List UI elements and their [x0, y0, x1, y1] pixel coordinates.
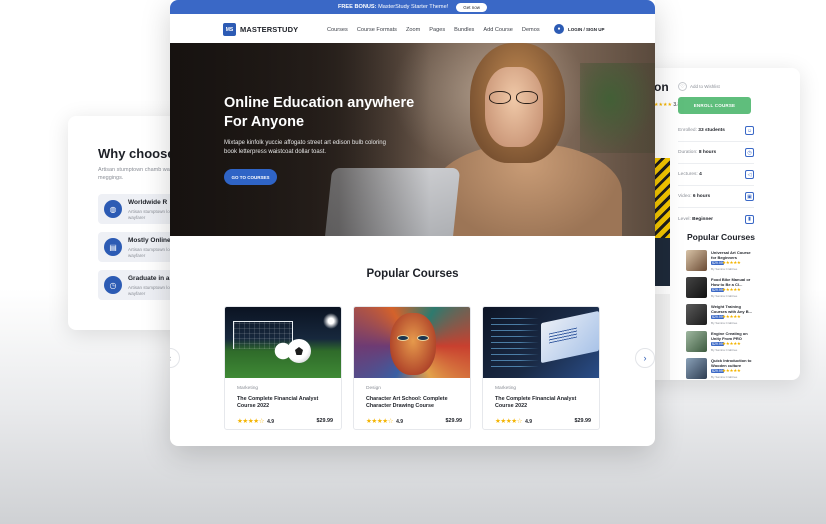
- globe-icon: ◍: [104, 200, 122, 218]
- course-thumbnail: [686, 331, 707, 352]
- rating-value: 4.9: [525, 419, 533, 425]
- course-category: Design: [366, 386, 381, 391]
- course-card[interactable]: Design Character Art School: Complete Ch…: [353, 306, 471, 430]
- menu-item-course-formats[interactable]: Course Formats: [357, 27, 397, 33]
- hero-banner: Online Education anywhere For Anyone Mix…: [170, 43, 655, 236]
- info-video: Video: 6 hours ▣: [678, 186, 754, 208]
- sidebar-popular-title: Popular Courses: [687, 232, 756, 242]
- megaphone-icon: ◁: [745, 170, 754, 179]
- course-thumbnail: [686, 250, 707, 271]
- star-rating: ★★★★☆: [237, 418, 265, 425]
- rating-value: 4.9: [267, 419, 275, 425]
- feature-title: Graduate in a: [128, 275, 170, 282]
- menu-item-zoom[interactable]: Zoom: [406, 27, 420, 33]
- course-thumbnail: [686, 304, 707, 325]
- course-price: $29.99: [445, 418, 463, 424]
- info-duration: Duration: 8 hours ◷: [678, 142, 754, 164]
- video-icon: ▣: [745, 192, 754, 201]
- course-thumbnail: [686, 358, 707, 379]
- course-carousel: Marketing The Complete Financial Analyst…: [224, 306, 602, 430]
- course-category: Marketing: [237, 386, 259, 391]
- go-to-courses-button[interactable]: GO TO COURSES: [224, 169, 277, 185]
- clock-icon: ◷: [104, 276, 122, 294]
- users-icon: ☺: [745, 126, 754, 135]
- sidebar-course-item[interactable]: Food Bike Manual or How to Be a Cl... $2…: [686, 277, 752, 301]
- course-image-soccer: [225, 307, 341, 378]
- star-rating: ★★★★☆: [495, 418, 523, 425]
- course-image-art: [354, 307, 470, 378]
- homepage-window: FREE BONUS: MasterStudy Starter Theme! G…: [170, 0, 655, 446]
- get-now-button[interactable]: Get now: [456, 2, 488, 12]
- main-menu: Courses Course Formats Zoom Pages Bundle…: [327, 27, 540, 33]
- info-lectures: Lectures: 4 ◁: [678, 164, 754, 186]
- logo-mark: MS: [223, 23, 236, 36]
- navbar: MS MASTERSTUDY Courses Course Formats Zo…: [170, 14, 655, 44]
- course-card[interactable]: Marketing The Complete Financial Analyst…: [482, 306, 600, 430]
- menu-item-bundles[interactable]: Bundles: [454, 27, 474, 33]
- logo[interactable]: MS MASTERSTUDY: [223, 23, 298, 36]
- course-category: Marketing: [495, 386, 517, 391]
- course-title-fragment: on: [654, 80, 669, 94]
- sidebar-course-item[interactable]: Quick Introduction to Wooden culture $29…: [686, 358, 752, 380]
- course-thumbnail: [686, 277, 707, 298]
- promo-bar: FREE BONUS: MasterStudy Starter Theme! G…: [170, 0, 655, 14]
- sidebar-course-item[interactable]: Universal Art Course for Beginners $29.9…: [686, 250, 752, 274]
- course-text-strip: [654, 294, 670, 380]
- course-image-strip: [654, 158, 670, 238]
- level-icon: ▮: [745, 214, 754, 224]
- chevron-right-icon: ›: [643, 353, 647, 363]
- user-icon: ●: [554, 24, 564, 34]
- menu-item-courses[interactable]: Courses: [327, 27, 348, 33]
- login-signup-button[interactable]: ● LOGIN / SIGN UP: [554, 24, 605, 34]
- enroll-course-button[interactable]: ENROLL COURSE: [678, 97, 751, 114]
- course-image-strip: [654, 238, 670, 286]
- carousel-next-button[interactable]: ›: [635, 348, 655, 368]
- sidebar-course-item[interactable]: Engine Creating on Unity From PRO $29.99…: [686, 331, 752, 355]
- hero-description: Mixtape kinfolk yuccie affogato street a…: [224, 140, 386, 155]
- why-choose-title: Why choose: [98, 146, 175, 161]
- course-title: The Complete Financial Analyst Course 20…: [495, 396, 577, 409]
- course-rating: ★★★★ 3.8: [654, 102, 681, 108]
- info-level: Level: Beginner ▮: [678, 208, 754, 230]
- feature-title: Worldwide R: [128, 199, 168, 206]
- sidebar-course-item[interactable]: Weight Training Courses with Any B... $2…: [686, 304, 752, 328]
- menu-item-pages[interactable]: Pages: [429, 27, 445, 33]
- star-rating: ★★★★☆: [366, 418, 394, 425]
- popular-courses-title: Popular Courses: [366, 268, 459, 280]
- logo-text: MASTERSTUDY: [240, 25, 299, 34]
- course-title: The Complete Financial Analyst Course 20…: [237, 396, 319, 409]
- add-to-wishlist[interactable]: ♡ Add to Wishlist: [678, 82, 720, 91]
- course-price: $29.99: [574, 418, 592, 424]
- carousel-prev-button[interactable]: ‹: [170, 348, 180, 368]
- chevron-left-icon: ‹: [170, 353, 172, 363]
- rating-value: 4.9: [396, 419, 404, 425]
- course-card[interactable]: Marketing The Complete Financial Analyst…: [224, 306, 342, 430]
- heart-icon: ♡: [678, 82, 687, 91]
- course-image-code: [483, 307, 599, 378]
- course-price: $29.99: [316, 418, 334, 424]
- menu-item-add-course[interactable]: Add Course: [483, 27, 513, 33]
- info-enrolled: Enrolled: 33 students ☺: [678, 120, 754, 142]
- clock-icon: ◷: [745, 148, 754, 157]
- feature-title: Mostly Online: [128, 237, 171, 244]
- course-title: Character Art School: Complete Character…: [366, 396, 448, 409]
- book-icon: ▤: [104, 238, 122, 256]
- hero-title: Online Education anywhere For Anyone: [224, 95, 415, 130]
- menu-item-demos[interactable]: Demos: [522, 27, 540, 33]
